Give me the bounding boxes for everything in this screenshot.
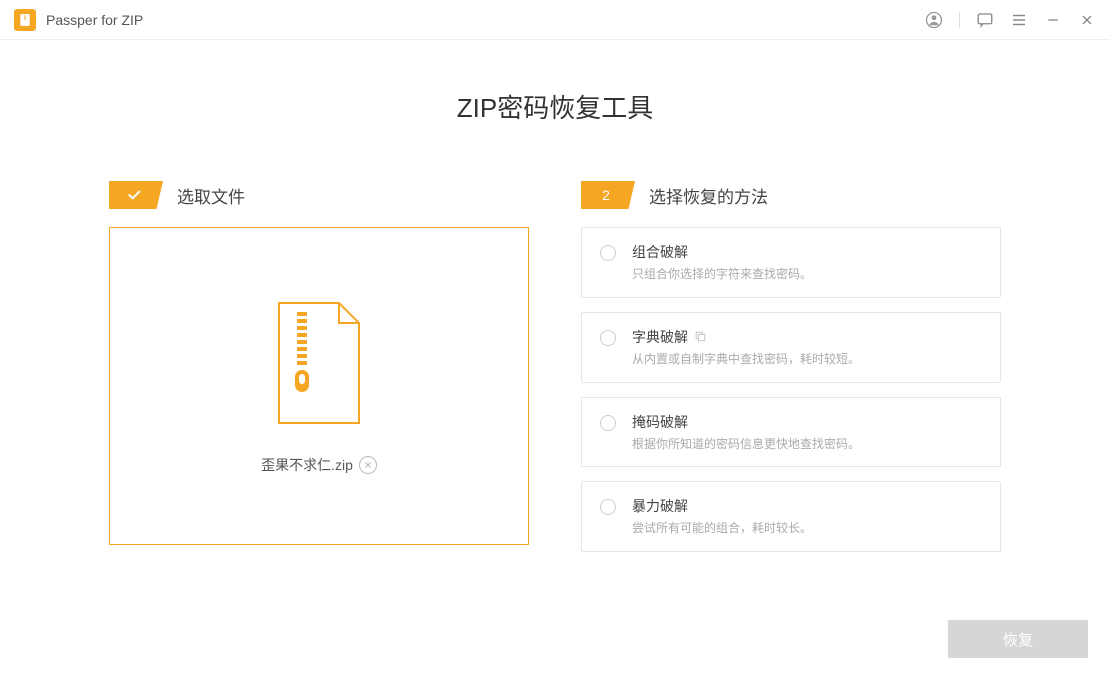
step2-header: 2 选择恢复的方法	[581, 181, 1001, 209]
zip-file-icon	[269, 298, 369, 433]
clear-file-button[interactable]	[359, 456, 377, 474]
method-text: 掩码破解 根据你所知道的密码信息更快地查找密码。	[632, 412, 982, 453]
selected-file-name: 歪果不求仁.zip	[261, 455, 353, 475]
method-title: 暴力破解	[632, 496, 982, 516]
method-title: 组合破解	[632, 242, 982, 262]
method-title-text: 掩码破解	[632, 412, 688, 432]
method-option-dictionary[interactable]: 字典破解 从内置或自制字典中查找密码，耗时较短。	[581, 312, 1001, 383]
step2-badge-number: 2	[581, 181, 635, 209]
method-desc: 根据你所知道的密码信息更快地查找密码。	[632, 436, 982, 453]
method-option-mask[interactable]: 掩码破解 根据你所知道的密码信息更快地查找密码。	[581, 397, 1001, 468]
method-desc: 只组合你选择的字符来查找密码。	[632, 266, 982, 283]
recover-button[interactable]: 恢复	[948, 620, 1088, 658]
titlebar-divider	[959, 12, 960, 28]
method-title-text: 组合破解	[632, 242, 688, 262]
menu-icon[interactable]	[1010, 11, 1028, 29]
selected-file-row: 歪果不求仁.zip	[261, 455, 377, 475]
footer: 恢复	[948, 620, 1088, 658]
radio-icon	[600, 499, 616, 515]
step2-badge: 2	[581, 181, 635, 209]
method-title-text: 字典破解	[632, 327, 688, 347]
close-icon[interactable]	[1078, 11, 1096, 29]
method-text: 暴力破解 尝试所有可能的组合，耗时较长。	[632, 496, 982, 537]
account-icon[interactable]	[925, 11, 943, 29]
method-text: 组合破解 只组合你选择的字符来查找密码。	[632, 242, 982, 283]
step1-header: 选取文件	[109, 181, 529, 209]
step1-badge	[109, 181, 163, 209]
radio-icon	[600, 245, 616, 261]
step2-label: 选择恢复的方法	[649, 183, 768, 208]
app-logo-icon	[14, 9, 36, 31]
copy-icon	[694, 330, 707, 343]
titlebar-controls	[925, 11, 1096, 29]
method-title: 掩码破解	[632, 412, 982, 432]
method-desc: 从内置或自制字典中查找密码，耗时较短。	[632, 351, 982, 368]
method-title-text: 暴力破解	[632, 496, 688, 516]
method-option-combination[interactable]: 组合破解 只组合你选择的字符来查找密码。	[581, 227, 1001, 298]
titlebar: Passper for ZIP	[0, 0, 1110, 40]
step2-panel: 2 选择恢复的方法 组合破解 只组合你选择的字符来查找密码。 字典破解	[581, 181, 1001, 552]
minimize-icon[interactable]	[1044, 11, 1062, 29]
radio-icon	[600, 330, 616, 346]
check-icon	[109, 181, 163, 209]
file-dropzone[interactable]: 歪果不求仁.zip	[109, 227, 529, 545]
app-title: Passper for ZIP	[46, 12, 925, 28]
page-heading: ZIP密码恢复工具	[0, 88, 1110, 125]
method-option-bruteforce[interactable]: 暴力破解 尝试所有可能的组合，耗时较长。	[581, 481, 1001, 552]
step1-label: 选取文件	[177, 183, 245, 208]
step1-panel: 选取文件 歪果不求仁.	[109, 181, 529, 552]
method-list: 组合破解 只组合你选择的字符来查找密码。 字典破解 从内置或自制字典中查找密码，…	[581, 227, 1001, 552]
method-title: 字典破解	[632, 327, 982, 347]
main-content: 选取文件 歪果不求仁.	[0, 181, 1110, 552]
feedback-icon[interactable]	[976, 11, 994, 29]
method-desc: 尝试所有可能的组合，耗时较长。	[632, 520, 982, 537]
method-text: 字典破解 从内置或自制字典中查找密码，耗时较短。	[632, 327, 982, 368]
radio-icon	[600, 415, 616, 431]
